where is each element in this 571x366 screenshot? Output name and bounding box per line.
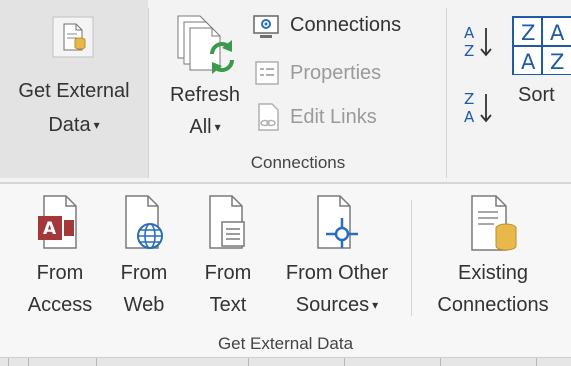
sort-z-to-a-icon[interactable]: Z A	[462, 88, 496, 128]
from-access-button[interactable]: A From Access	[20, 190, 100, 330]
from-web-label-2: Web	[123, 294, 165, 316]
sort-icon: Z A A Z	[512, 16, 571, 75]
existing-connections-button[interactable]: Existing Connections	[418, 190, 568, 330]
connections-button[interactable]: Connections	[252, 12, 432, 44]
svg-text:Z: Z	[464, 90, 474, 108]
existing-connections-label-1: Existing	[457, 262, 529, 284]
properties-button[interactable]: Properties	[252, 58, 412, 90]
svg-text:Z: Z	[550, 50, 564, 74]
text-file-icon	[209, 195, 245, 249]
from-web-label-1: From	[120, 262, 168, 284]
from-text-button[interactable]: From Text	[190, 190, 266, 330]
get-external-data-group-label: Get External Data	[217, 334, 354, 353]
chevron-down-icon: ▾	[214, 120, 221, 134]
from-other-sources-label-2: Sources ▾	[295, 294, 379, 316]
edit-links-button[interactable]: Edit Links	[252, 102, 412, 134]
group-divider	[446, 8, 447, 178]
group-divider	[411, 200, 412, 316]
from-text-label-2: Text	[209, 294, 247, 316]
chevron-down-icon: ▾	[93, 118, 100, 132]
get-external-data-label-1: Get External	[18, 80, 130, 102]
chevron-down-icon: ▾	[372, 298, 379, 312]
sort-button[interactable]: Z A A Z Sort	[506, 10, 571, 142]
svg-text:Z: Z	[464, 42, 474, 60]
svg-text:A: A	[43, 219, 57, 239]
svg-text:A: A	[464, 108, 475, 126]
existing-connections-label-2: Connections	[437, 294, 549, 316]
svg-text:A: A	[464, 24, 475, 42]
from-text-label-1: From	[204, 262, 252, 284]
sort-a-to-z-icon[interactable]: A Z	[462, 22, 496, 62]
from-access-label-1: From	[36, 262, 84, 284]
from-web-button[interactable]: From Web	[108, 190, 180, 330]
connections-label: Connections	[290, 14, 402, 36]
from-other-sources-button[interactable]: From Other Sources ▾	[272, 190, 402, 330]
refresh-all-icon	[177, 15, 234, 74]
edit-links-label: Edit Links	[290, 106, 377, 128]
edit-links-icon	[258, 103, 279, 131]
svg-text:Z: Z	[521, 21, 535, 45]
connections-icon	[253, 15, 279, 38]
connections-group-label: Connections	[250, 153, 346, 172]
sort-label: Sort	[518, 84, 555, 106]
access-icon: A	[38, 195, 77, 249]
globe-icon	[125, 195, 163, 249]
properties-icon	[255, 61, 279, 85]
properties-label: Properties	[290, 62, 382, 84]
from-access-label-2: Access	[27, 294, 93, 316]
refresh-all-label-2: All ▾	[189, 116, 221, 138]
from-other-sources-label-1: From Other	[285, 262, 389, 284]
svg-text:A: A	[550, 21, 565, 45]
get-external-data-label-2: Data ▾	[48, 114, 100, 136]
refresh-all-button[interactable]: Refresh All ▾	[160, 80, 250, 150]
get-external-data-icon	[52, 16, 94, 58]
refresh-all-label-1: Refresh	[169, 84, 241, 106]
svg-text:A: A	[521, 50, 536, 74]
other-sources-icon	[317, 195, 358, 249]
group-divider	[148, 8, 149, 178]
existing-connections-icon	[471, 195, 517, 251]
